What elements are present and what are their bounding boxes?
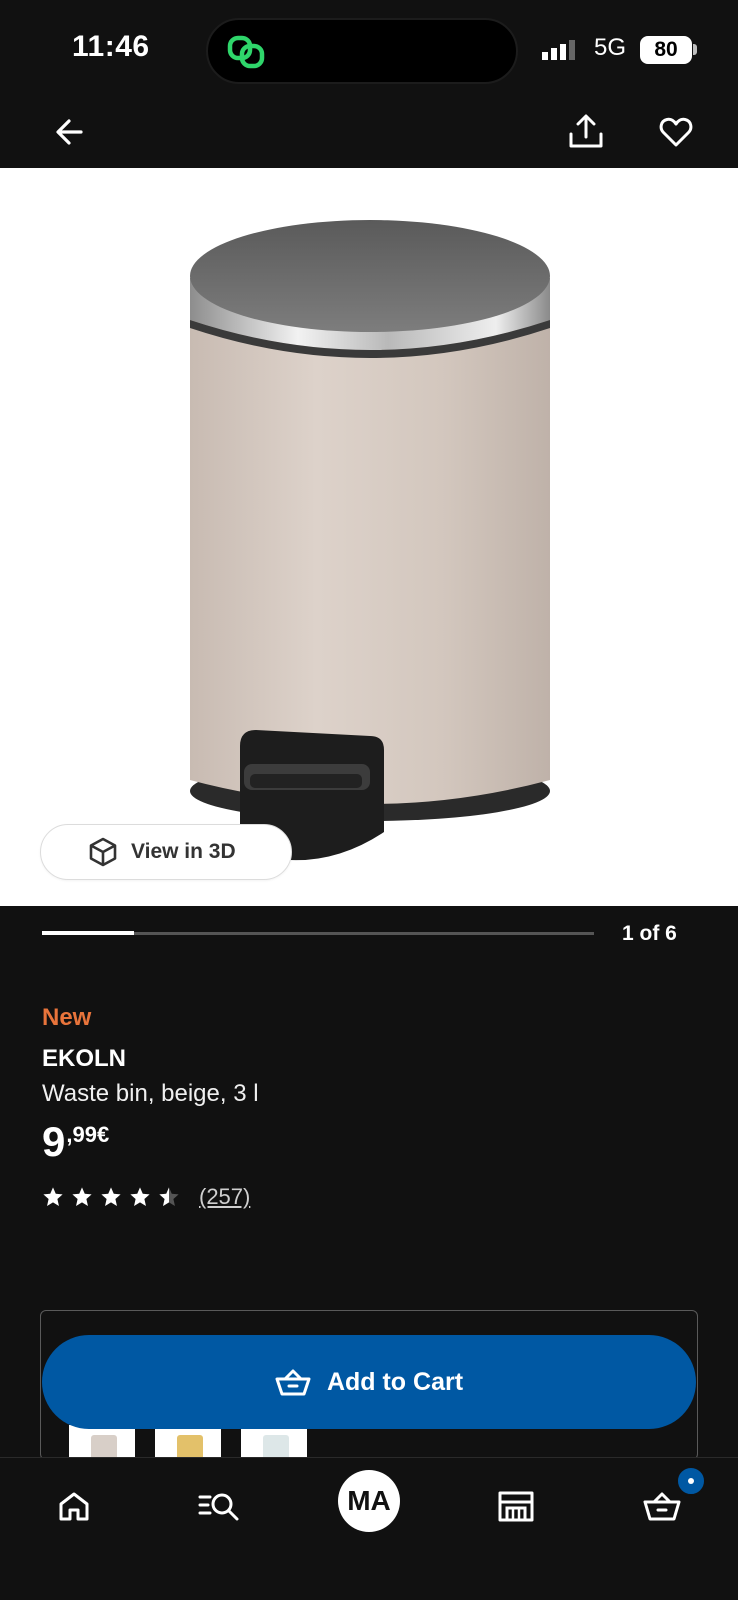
basket-icon [643, 1492, 681, 1521]
arrow-left-icon [56, 119, 83, 145]
profile-avatar[interactable]: MA [338, 1470, 400, 1532]
carousel-progress [42, 931, 594, 935]
status-bar: 11:46 5G 80 [0, 0, 738, 100]
view-in-3d-label: View in 3D [131, 840, 236, 863]
tab-store[interactable] [486, 1476, 546, 1536]
star-full-icon [101, 1187, 121, 1206]
top-nav [0, 100, 738, 168]
heart-icon [659, 117, 693, 147]
cart-notification-badge [676, 1466, 706, 1496]
bottom-tab-bar: MA [0, 1457, 738, 1600]
star-half-icon [159, 1187, 179, 1206]
product-rating[interactable]: (257) [42, 1184, 250, 1210]
cube-icon [89, 837, 117, 867]
product-name: EKOLN [42, 1045, 126, 1072]
new-badge: New [42, 1004, 92, 1031]
share-icon [569, 114, 603, 148]
status-time: 11:46 [72, 30, 150, 63]
product-image-carousel[interactable]: View in 3D [0, 168, 738, 906]
add-to-cart-button[interactable]: Add to Cart [42, 1335, 696, 1429]
price-decimals: ,99€ [66, 1122, 110, 1147]
home-icon [59, 1492, 89, 1521]
product-description: Waste bin, beige, 3 l [42, 1080, 259, 1107]
review-count-link[interactable]: (257) [199, 1184, 250, 1210]
network-type: 5G [594, 34, 627, 61]
star-full-icon [72, 1187, 92, 1206]
carousel-pager: 1 of 6 [622, 922, 677, 945]
battery-nub [693, 44, 697, 55]
star-full-icon [130, 1187, 150, 1206]
add-to-cart-label: Add to Cart [326, 1367, 464, 1396]
view-in-3d-button[interactable]: View in 3D [40, 824, 292, 880]
basket-icon [275, 1369, 311, 1396]
favorite-button[interactable] [652, 108, 700, 156]
star-full-icon [43, 1187, 63, 1206]
battery-indicator: 80 [640, 36, 692, 64]
search-list-icon [198, 1493, 239, 1521]
product-image [190, 220, 550, 861]
tab-search[interactable] [190, 1476, 250, 1536]
dynamic-island [206, 18, 518, 84]
share-button[interactable] [562, 106, 610, 158]
signal-bars-icon [542, 40, 575, 60]
back-button[interactable] [46, 108, 94, 156]
carousel-progress-fill [42, 931, 135, 935]
tab-home[interactable] [44, 1476, 104, 1536]
link-chain-icon [227, 35, 265, 69]
product-price: 9 ,99€ [42, 1118, 109, 1166]
price-main: 9 [42, 1118, 66, 1165]
store-icon [498, 1491, 534, 1522]
